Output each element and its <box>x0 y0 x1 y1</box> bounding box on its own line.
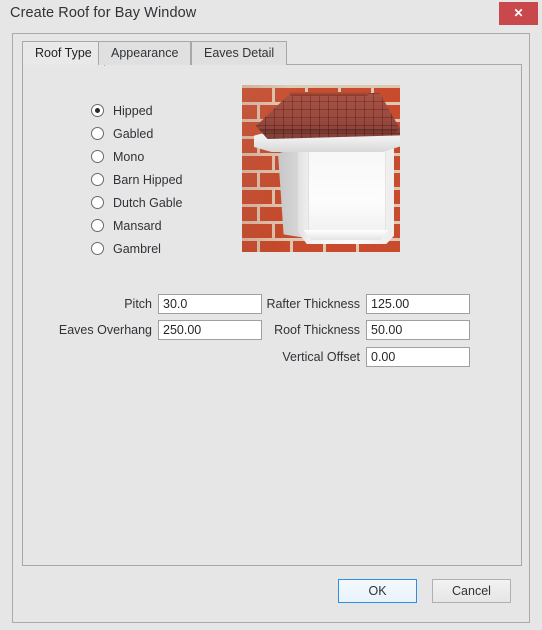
tab-eaves-detail-label: Eaves Detail <box>204 46 275 60</box>
radio-barn-hipped[interactable]: Barn Hipped <box>91 168 183 191</box>
tab-eaves-detail[interactable]: Eaves Detail <box>191 41 288 65</box>
bay-window-sill <box>303 230 389 240</box>
radio-indicator-icon <box>91 219 104 232</box>
rafter-thickness-input[interactable] <box>366 294 470 314</box>
field-pitch-label: Pitch <box>124 297 152 311</box>
field-roof-thickness-label: Roof Thickness <box>274 323 360 337</box>
radio-indicator-icon <box>91 127 104 140</box>
radio-hipped-label: Hipped <box>113 103 153 118</box>
radio-indicator-icon <box>91 150 104 163</box>
vertical-offset-input[interactable] <box>366 347 470 367</box>
radio-mono-label: Mono <box>113 149 145 164</box>
radio-indicator-icon <box>91 242 104 255</box>
roof-ridge <box>290 92 368 96</box>
bay-window-body <box>278 142 394 252</box>
cancel-button[interactable]: Cancel <box>432 579 511 603</box>
radio-gabled-label: Gabled <box>113 126 154 141</box>
roof-preview-image <box>242 85 400 252</box>
close-button[interactable]: ✕ <box>499 2 538 25</box>
pitch-input[interactable] <box>158 294 262 314</box>
field-eaves-overhang-label: Eaves Overhang <box>58 323 152 337</box>
field-rafter-thickness-label: Rafter Thickness <box>266 297 360 311</box>
ok-button[interactable]: OK <box>338 579 417 603</box>
radio-barn-hipped-label: Barn Hipped <box>113 172 183 187</box>
eaves-overhang-input[interactable] <box>158 320 262 340</box>
radio-hipped[interactable]: Hipped <box>91 99 183 122</box>
radio-mansard-label: Mansard <box>113 218 162 233</box>
tab-roof-type[interactable]: Roof Type <box>22 41 105 66</box>
active-tab-seam <box>23 64 97 65</box>
roof-type-radio-group: Hipped Gabled Mono Barn Hipped Dutch Gab… <box>91 99 183 260</box>
radio-mono[interactable]: Mono <box>91 145 183 168</box>
roof-thickness-input[interactable] <box>366 320 470 340</box>
title-bar: Create Roof for Bay Window ✕ <box>0 0 542 29</box>
bay-window-glazing <box>308 150 386 234</box>
radio-mansard[interactable]: Mansard <box>91 214 183 237</box>
radio-dutch-gable-label: Dutch Gable <box>113 195 183 210</box>
field-vertical-offset-label: Vertical Offset <box>282 350 360 364</box>
radio-gambrel-label: Gambrel <box>113 241 161 256</box>
radio-indicator-icon <box>91 196 104 209</box>
roof-eave-shadow <box>258 129 399 134</box>
radio-indicator-icon <box>91 104 104 117</box>
radio-dutch-gable[interactable]: Dutch Gable <box>91 191 183 214</box>
radio-gambrel[interactable]: Gambrel <box>91 237 183 260</box>
window-title: Create Roof for Bay Window <box>10 5 197 21</box>
tab-appearance[interactable]: Appearance <box>98 41 192 65</box>
radio-indicator-icon <box>91 173 104 186</box>
tab-appearance-label: Appearance <box>111 46 179 60</box>
radio-gabled[interactable]: Gabled <box>91 122 183 145</box>
tab-roof-type-label: Roof Type <box>35 46 92 60</box>
close-icon: ✕ <box>513 6 524 20</box>
create-roof-dialog: Create Roof for Bay Window ✕ Roof Type A… <box>0 0 542 630</box>
